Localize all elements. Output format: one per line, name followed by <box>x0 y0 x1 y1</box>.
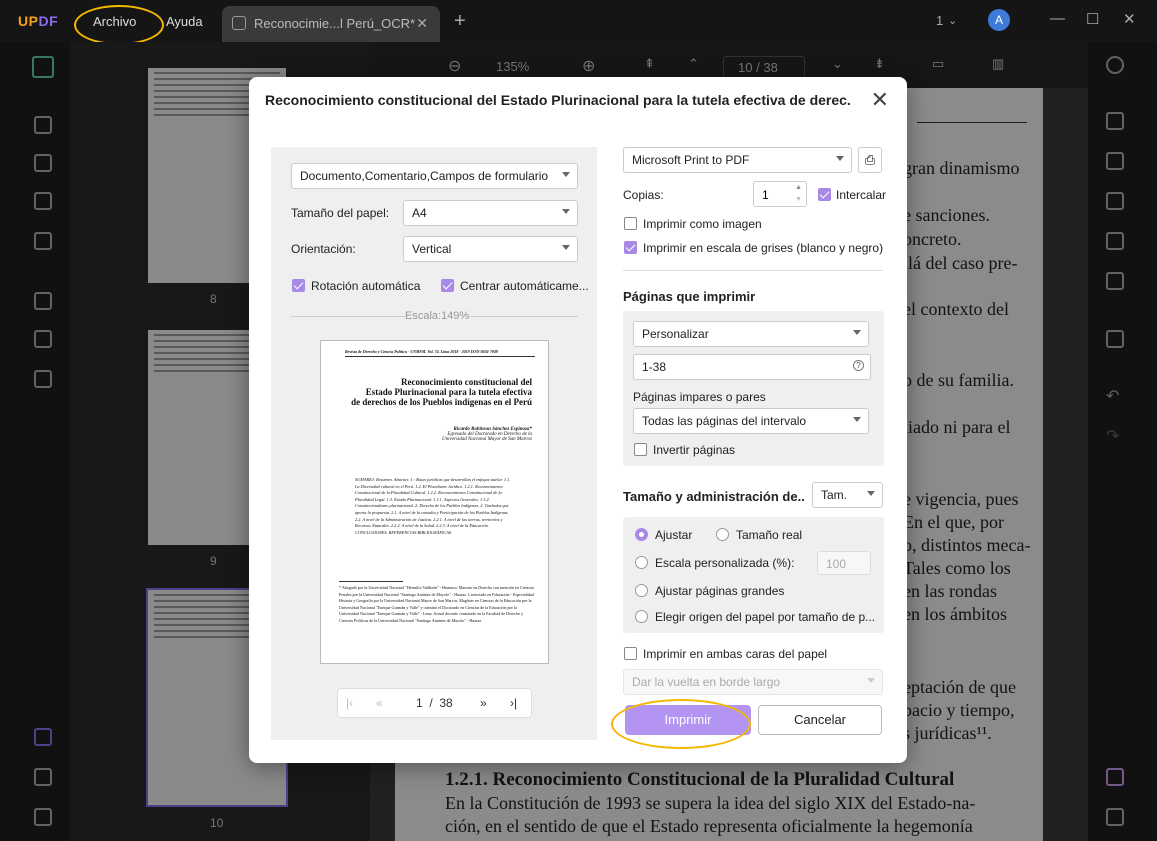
preview-summary: SUMARIO: Resumen. Abstract. 1.- Bases ju… <box>355 477 511 535</box>
highlight-circle <box>611 699 751 749</box>
fit-radio[interactable] <box>635 528 648 541</box>
grayscale-checkbox[interactable] <box>624 241 637 254</box>
print-as-image-checkbox[interactable] <box>624 217 637 230</box>
paper-size-label: Tamaño del papel: <box>291 206 390 220</box>
content-select[interactable]: Documento,Comentario,Campos de formulari… <box>291 163 578 189</box>
shrink-large-label: Ajustar páginas grandes <box>655 584 785 598</box>
auto-center-label: Centrar automáticame... <box>460 279 589 293</box>
custom-scale-label: Escala personalizada (%): <box>655 556 795 570</box>
collate-label: Intercalar <box>836 188 887 202</box>
page-dropdown[interactable]: 1 <box>936 13 943 28</box>
menu-ayuda[interactable]: Ayuda <box>166 14 203 29</box>
first-page-icon[interactable]: |‹ <box>346 696 353 710</box>
print-dialog: Reconocimiento constitucional del Estado… <box>249 77 907 763</box>
avatar[interactable]: A <box>988 9 1010 31</box>
reverse-pages-checkbox[interactable] <box>634 443 647 456</box>
size-heading: Tamaño y administración de.. <box>623 489 805 504</box>
shrink-large-radio[interactable] <box>635 584 648 597</box>
odd-even-label: Páginas impares o pares <box>633 390 766 404</box>
print-as-image-label: Imprimir como imagen <box>643 217 762 231</box>
custom-scale-stepper[interactable]: 100 <box>817 551 871 575</box>
actual-size-label: Tamaño real <box>736 528 803 542</box>
odd-even-select[interactable]: Todas las páginas del intervalo <box>633 408 869 434</box>
document-icon <box>232 16 246 30</box>
updf-logo: UPDF <box>18 13 59 29</box>
size-select[interactable]: Tam. <box>812 482 883 508</box>
help-icon[interactable]: ? <box>853 360 864 371</box>
preview-pager: |‹ « 1 / 38 » ›| <box>337 688 532 718</box>
next-page-icon[interactable]: » <box>480 696 487 710</box>
grayscale-label: Imprimir en escala de grises (blanco y n… <box>643 241 884 255</box>
maximize-button[interactable]: ☐ <box>1086 10 1099 28</box>
printer-select[interactable]: Microsoft Print to PDF <box>623 147 852 173</box>
preview-footnote: * Abogado por la Universidad Nacional "H… <box>339 585 535 623</box>
preview-header: Revista de Derecho y Ciencia Política - … <box>345 349 535 357</box>
dialog-title: Reconocimiento constitucional del Estado… <box>265 92 851 108</box>
auto-rotate-label: Rotación automática <box>311 279 421 293</box>
paper-source-radio[interactable] <box>635 610 648 623</box>
auto-center-checkbox[interactable] <box>441 279 454 292</box>
pages-heading: Páginas que imprimir <box>623 289 756 304</box>
minimize-button[interactable]: — <box>1050 10 1065 27</box>
auto-rotate-checkbox[interactable] <box>292 279 305 292</box>
preview-author: Ricardo Robinson Sánchez Espinoza* Egresa… <box>442 427 532 442</box>
fit-label: Ajustar <box>655 528 693 542</box>
tab-document[interactable]: Reconocimie...l Perú_OCR* ✕ <box>222 6 440 42</box>
custom-scale-radio[interactable] <box>635 556 648 569</box>
scale-label: Escala:149% <box>405 310 470 322</box>
duplex-label: Imprimir en ambas caras del papel <box>643 647 828 661</box>
close-tab-icon[interactable]: ✕ <box>416 15 428 32</box>
preview-title: Reconocimiento constitucional del Estado … <box>351 377 532 407</box>
reverse-pages-label: Invertir páginas <box>653 443 736 457</box>
duplex-checkbox[interactable] <box>624 647 637 660</box>
collate-checkbox[interactable] <box>818 188 831 201</box>
title-bar: UPDF Archivo Ayuda Reconocimie...l Perú_… <box>0 0 1157 45</box>
orientation-label: Orientación: <box>291 242 356 256</box>
cancel-button[interactable]: Cancelar <box>758 705 882 735</box>
prev-page-icon[interactable]: « <box>376 696 383 710</box>
pages-mode-select[interactable]: Personalizar <box>633 321 869 347</box>
page-range-input[interactable]: 1-38? <box>633 354 871 380</box>
preview-page-field[interactable]: 1 / 38 <box>398 690 472 716</box>
paper-size-select[interactable]: A4 <box>403 200 578 226</box>
chevron-down-icon[interactable]: ⌄ <box>948 14 957 27</box>
preview-panel: Documento,Comentario,Campos de formulari… <box>271 147 597 740</box>
paper-source-label: Elegir origen del papel por tamaño de p.… <box>655 610 876 624</box>
highlight-circle <box>74 5 164 45</box>
copies-label: Copias: <box>623 188 664 202</box>
orientation-select[interactable]: Vertical <box>403 236 578 262</box>
new-tab-button[interactable]: + <box>454 10 466 33</box>
printer-properties-icon[interactable]: ⎙ <box>858 147 882 173</box>
last-page-icon[interactable]: ›| <box>510 696 517 710</box>
print-preview: Revista de Derecho y Ciencia Política - … <box>320 340 549 664</box>
flip-select[interactable]: Dar la vuelta en borde largo <box>623 669 883 695</box>
close-dialog-icon[interactable]: ✕ <box>871 87 889 113</box>
actual-size-radio[interactable] <box>716 528 729 541</box>
tab-title: Reconocimie...l Perú_OCR* <box>254 16 416 31</box>
copies-stepper[interactable]: 1 ▲ ▼ <box>753 181 807 207</box>
close-window-button[interactable]: ✕ <box>1123 10 1136 28</box>
